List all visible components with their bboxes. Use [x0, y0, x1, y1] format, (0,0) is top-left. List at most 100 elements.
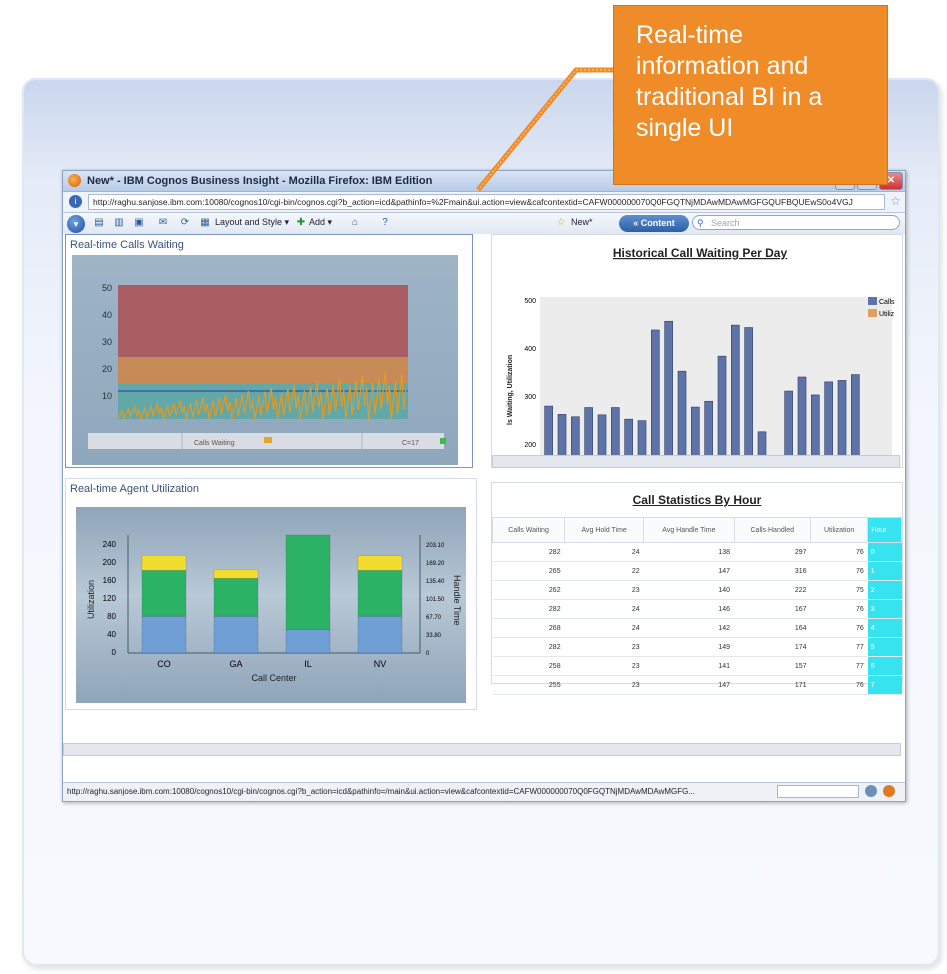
historical-bar — [677, 370, 687, 458]
category-label: GA — [229, 659, 242, 669]
table-cell: 258 — [492, 656, 565, 676]
historical-bar — [824, 381, 833, 458]
table-cell: 23 — [564, 675, 644, 695]
calls-waiting-chart: 50 40 30 20 10 Calls Waiting C=17 — [72, 255, 458, 465]
y2-axis-label: Handle Time — [452, 575, 462, 626]
table-cell: 0 — [867, 542, 902, 562]
utilization-bar-segment — [357, 570, 403, 617]
widget-title: Real-time Agent Utilization — [70, 483, 200, 495]
callout-box: Real-time information and traditional BI… — [613, 5, 888, 185]
table-cell: 5 — [867, 637, 902, 657]
historical-bar — [584, 407, 593, 458]
callout-line-1: Real-time — [636, 21, 743, 49]
table-row[interactable]: 262 23 140 222 75 2 — [492, 580, 902, 600]
table-cell: 157 — [734, 656, 811, 676]
table-cell: 262 — [492, 580, 565, 600]
utilization-bar-segment — [285, 629, 331, 654]
column-header[interactable]: Avg Handle Time — [643, 517, 735, 543]
table-row[interactable]: 282 23 149 174 77 5 — [492, 637, 902, 657]
widget-historical[interactable]: Historical Call Waiting Per Day 500 400 … — [491, 234, 903, 468]
y-tick: 30 — [102, 337, 112, 347]
table-cell: 147 — [643, 561, 735, 581]
column-header[interactable]: Calls Waiting — [491, 517, 566, 543]
y2-tick: 203.10 — [426, 543, 445, 549]
table-cell: 77 — [810, 656, 868, 676]
column-header[interactable]: Avg Hold Time — [564, 517, 645, 543]
table-row[interactable]: 268 24 142 164 76 4 — [492, 618, 902, 638]
workspace-scrollbar[interactable] — [63, 743, 901, 756]
widget-calls-waiting[interactable]: Real-time Calls Waiting 50 40 30 20 10 C… — [65, 234, 473, 468]
column-header[interactable]: Hour — [867, 517, 902, 543]
widget-call-statistics[interactable]: Call Statistics By Hour Calls Waiting Avg… — [491, 482, 903, 695]
table-row[interactable]: 255 23 147 171 76 7 — [492, 675, 902, 695]
table-cell: 75 — [810, 580, 868, 600]
column-header[interactable]: Utilization — [810, 517, 869, 543]
table-cell: 23 — [564, 656, 644, 676]
utilization-bar-segment — [285, 534, 331, 630]
table-cell: 282 — [492, 599, 565, 619]
footer-label: Calls Waiting — [194, 440, 235, 447]
historical-bar — [571, 416, 580, 458]
y-tick: 200 — [524, 442, 536, 449]
table-cell: 222 — [734, 580, 811, 600]
footer-value: C=17 — [402, 440, 419, 447]
historical-bar — [557, 414, 567, 458]
table-cell: 1 — [867, 561, 902, 581]
table-cell: 141 — [643, 656, 735, 676]
utilization-bar-segment — [213, 569, 259, 579]
table-cell: 282 — [492, 542, 565, 562]
table-cell: 4 — [867, 618, 902, 638]
utilization-bar-segment — [357, 555, 403, 571]
historical-bar — [797, 376, 807, 458]
category-label: IL — [304, 659, 312, 669]
y2-tick: 169.20 — [426, 561, 445, 567]
table-cell: 23 — [564, 580, 644, 600]
table-cell: 2 — [867, 580, 902, 600]
historical-bar — [637, 420, 647, 458]
historical-bar — [651, 329, 660, 458]
table-cell: 23 — [564, 637, 644, 657]
table-row[interactable]: 282 24 138 297 76 0 — [492, 542, 902, 562]
table-cell: 22 — [564, 561, 644, 581]
historical-bar — [717, 355, 727, 458]
band-high — [118, 285, 408, 357]
utilization-chart-area: 240 200 160 120 80 40 0 203.10 169.20 13… — [76, 507, 466, 703]
x-axis-label: Call Center — [251, 673, 296, 683]
table-cell: 268 — [492, 618, 565, 638]
table-cell: 316 — [734, 561, 811, 581]
legend-calls: Calls — [879, 299, 895, 306]
table-cell: 6 — [867, 656, 902, 676]
stats-title: Call Statistics By Hour — [632, 493, 762, 507]
legend-swatch-utilization — [868, 309, 877, 317]
callout-line-2: information and — [636, 52, 809, 80]
utilization-chart: 240 200 160 120 80 40 0 203.10 169.20 13… — [86, 534, 462, 683]
y2-tick: 67.70 — [426, 615, 442, 621]
table-cell: 76 — [810, 561, 868, 581]
addon-icon — [883, 785, 895, 797]
table-row[interactable]: 258 23 141 157 77 6 — [492, 656, 902, 676]
security-icon — [865, 785, 877, 797]
historical-bar — [731, 324, 740, 458]
callout-line-3: traditional BI in a — [636, 83, 823, 111]
table-cell: 149 — [643, 637, 735, 657]
table-cell: 147 — [643, 675, 735, 695]
table-cell: 76 — [810, 542, 868, 562]
y-tick: 0 — [112, 648, 117, 657]
historical-scrollbar[interactable] — [492, 455, 900, 468]
widget-agent-utilization[interactable]: Real-time Agent Utilization 240 200 160 … — [65, 478, 477, 710]
table-row[interactable]: 265 22 147 316 76 1 — [492, 561, 902, 581]
y-tick: 10 — [102, 391, 112, 401]
legend-utilization: Utiliz — [879, 311, 895, 318]
column-header[interactable]: Calls Handled — [733, 517, 812, 543]
historical-bar — [811, 394, 820, 458]
status-bar: http://raghu.sanjose.ibm.com:10080/cogno… — [63, 782, 905, 801]
workspace: Real-time Calls Waiting 50 40 30 20 10 C… — [63, 234, 905, 768]
table-cell: 24 — [564, 618, 644, 638]
y-tick: 400 — [524, 346, 536, 353]
y-tick: 500 — [524, 298, 536, 305]
utilization-bar-segment — [213, 578, 259, 617]
category-label: CO — [157, 659, 171, 669]
table-row[interactable]: 282 24 146 167 76 3 — [492, 599, 902, 619]
historical-bar — [624, 418, 633, 458]
historical-bar — [664, 320, 673, 458]
